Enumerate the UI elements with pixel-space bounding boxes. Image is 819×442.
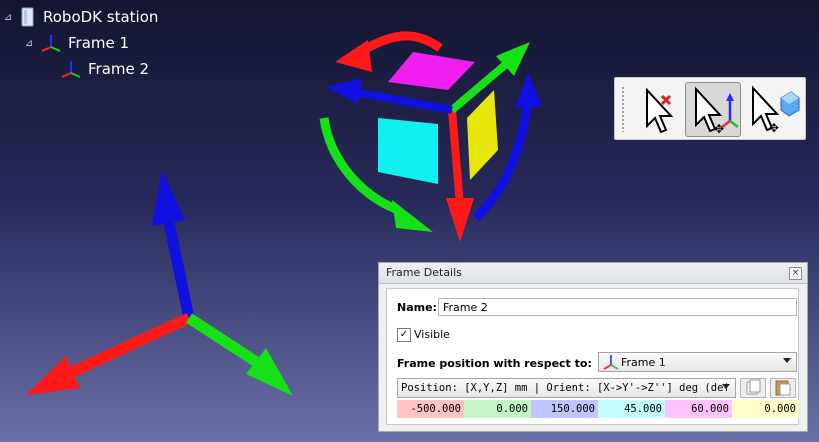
reference-frame-icon xyxy=(41,35,61,52)
reference-frame-value: Frame 1 xyxy=(621,356,666,369)
cursor-move-frame-icon: ✥ xyxy=(695,86,739,136)
paste-pose-button[interactable] xyxy=(770,378,796,398)
station-icon xyxy=(21,7,34,27)
tree-item-station[interactable]: ⊿ RoboDK station xyxy=(3,7,158,27)
frame-details-panel: Frame Details × Name: ✓ Visible Frame po… xyxy=(378,262,808,432)
axis-z xyxy=(162,216,195,320)
select-none-cursor-button[interactable] xyxy=(629,82,685,137)
cube-top-face[interactable] xyxy=(388,52,475,90)
panel-header[interactable]: Frame Details × xyxy=(379,263,807,284)
pose-format-value: Position: [X,Y,Z] mm | Orient: [X->Y'->Z… xyxy=(401,382,727,394)
chevron-down-icon xyxy=(783,358,791,363)
pose-format-select[interactable]: Position: [X,Y,Z] mm | Orient: [X->Y'->Z… xyxy=(397,378,736,398)
visible-label: Visible xyxy=(414,328,450,341)
y-value[interactable]: 0.000 xyxy=(464,400,531,418)
rotate-arc-red-head xyxy=(335,40,372,72)
rotate-arc-green-head xyxy=(392,200,433,232)
name-field[interactable] xyxy=(438,298,797,316)
visible-checkbox[interactable]: ✓ xyxy=(397,328,411,342)
axis-x xyxy=(69,313,192,377)
copy-pose-button[interactable] xyxy=(740,378,766,398)
z-value[interactable]: 150.000 xyxy=(531,400,598,418)
reference-frame-icon xyxy=(61,61,81,78)
navigation-cube[interactable] xyxy=(319,31,542,242)
svg-text:✥: ✥ xyxy=(769,121,779,135)
cube-right-face[interactable] xyxy=(467,90,498,180)
rotate-arc-blue-head xyxy=(515,72,542,108)
cursor-delete-icon xyxy=(646,87,674,134)
tree-label: RoboDK station xyxy=(43,8,159,26)
panel-title: Frame Details xyxy=(386,266,462,279)
cube-axis-x xyxy=(448,109,464,206)
axis-y xyxy=(185,313,262,368)
tree-item-frame-2[interactable]: Frame 2 xyxy=(60,59,149,79)
tree-label: Frame 2 xyxy=(88,60,150,78)
paste-icon xyxy=(775,380,791,396)
collapse-icon[interactable]: ⊿ xyxy=(24,38,34,49)
reference-frame-select[interactable]: Frame 1 xyxy=(598,352,797,372)
axis-x-head xyxy=(26,356,80,395)
cube-axis-z-head xyxy=(326,78,362,104)
svg-text:✥: ✥ xyxy=(714,122,724,136)
toolbar-grip[interactable] xyxy=(621,86,625,132)
move-object-cursor-button[interactable]: ✥ xyxy=(745,82,801,137)
pose-values-row: -500.000 0.000 150.000 45.000 60.000 0.0… xyxy=(397,400,799,418)
close-button[interactable]: × xyxy=(789,267,802,280)
axis-z-head xyxy=(152,170,185,226)
chevron-down-icon xyxy=(722,384,730,389)
cursor-move-object-icon: ✥ xyxy=(752,85,800,135)
copy-icon xyxy=(746,379,761,395)
cube-axis-z xyxy=(354,88,453,114)
cube-axis-x-head xyxy=(446,198,474,242)
position-label: Frame position with respect to: xyxy=(397,357,592,370)
tree-label: Frame 1 xyxy=(68,34,130,52)
frame-2-axes[interactable] xyxy=(26,170,293,396)
ry-value[interactable]: 60.000 xyxy=(665,400,732,418)
cube-left-face[interactable] xyxy=(378,118,438,184)
name-label: Name: xyxy=(397,301,437,314)
panel-body: Name: ✓ Visible Frame position with resp… xyxy=(386,288,799,425)
collapse-icon[interactable]: ⊿ xyxy=(3,12,13,23)
rz-value[interactable]: 0.000 xyxy=(732,400,799,418)
rotate-arc-red[interactable] xyxy=(357,31,443,56)
x-value[interactable]: -500.000 xyxy=(397,400,464,418)
rx-value[interactable]: 45.000 xyxy=(598,400,665,418)
tree-item-frame-1[interactable]: ⊿ Frame 1 xyxy=(24,33,129,53)
reference-frame-icon xyxy=(603,355,619,370)
move-reference-cursor-button[interactable]: ✥ xyxy=(685,82,741,137)
cursor-mode-toolbar: ✥ ✥ xyxy=(614,77,806,140)
